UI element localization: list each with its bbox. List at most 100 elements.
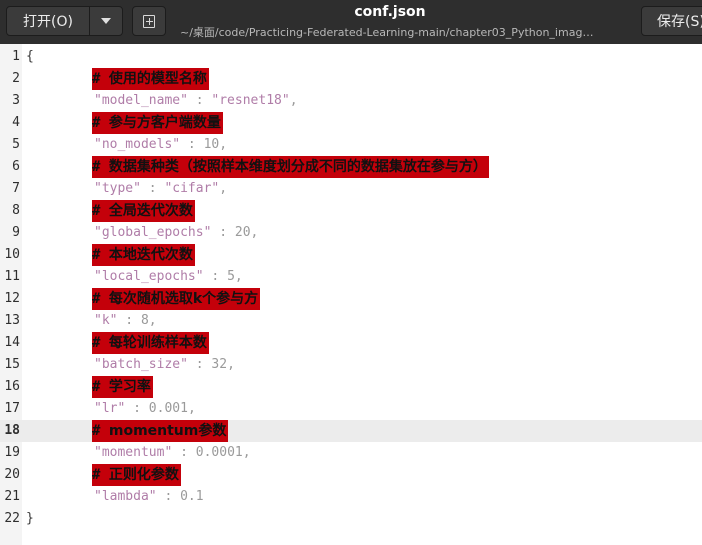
comment-text: momentum参数 xyxy=(108,423,227,439)
editor-line[interactable]: 2 # 使用的模型名称 xyxy=(0,68,702,90)
line-number: 22 xyxy=(4,511,20,526)
line-number: 17 xyxy=(4,401,20,416)
editor-line[interactable]: 11 "local_epochs" : 5, xyxy=(0,266,702,288)
json-key: "type" xyxy=(94,181,141,196)
line-number: 13 xyxy=(4,313,20,328)
json-key: "local_epochs" xyxy=(94,269,204,284)
json-entry: "k" : 8, xyxy=(94,313,157,328)
json-key: "no_models" xyxy=(94,137,181,152)
json-value: "resnet18" xyxy=(211,93,290,108)
json-entry: "model_name" : "resnet18", xyxy=(94,93,298,108)
file-path: ~/桌面/code/Practicing-Federated-Learning-… xyxy=(180,26,600,39)
json-comma: , xyxy=(148,313,157,328)
line-number: 5 xyxy=(12,137,20,152)
code-comment: # 全局迭代次数 xyxy=(92,200,195,222)
code-comment: # 每轮训练样本数 xyxy=(92,332,209,354)
new-document-button[interactable] xyxy=(132,6,166,36)
json-entry: "lambda" : 0.1 xyxy=(94,489,204,504)
json-comma: , xyxy=(187,401,196,416)
line-number: 9 xyxy=(12,225,20,240)
code-comment: # 数据集种类（按照样本维度划分成不同的数据集放在参与方） xyxy=(92,156,489,178)
comment-text: 全局迭代次数 xyxy=(108,203,193,219)
code-comment: # 每次随机选取k个参与方 xyxy=(92,288,261,310)
json-value: 5 xyxy=(227,269,235,284)
editor-line[interactable]: 21 "lambda" : 0.1 xyxy=(0,486,702,508)
json-value: 0.1 xyxy=(180,489,204,504)
line-number: 10 xyxy=(4,247,20,262)
line-number: 18 xyxy=(4,423,20,438)
json-key: "k" xyxy=(94,313,118,328)
json-value: 8 xyxy=(140,313,149,328)
json-comma: , xyxy=(219,181,228,196)
editor-line[interactable]: 5 "no_models" : 10, xyxy=(0,134,702,156)
editor-line[interactable]: 14 # 每轮训练样本数 xyxy=(0,332,702,354)
editor-line[interactable]: 3 "model_name" : "resnet18", xyxy=(0,90,702,112)
editor-line[interactable]: 4 # 参与方客户端数量 xyxy=(0,112,702,134)
json-value: 20 xyxy=(234,225,251,240)
line-number: 1 xyxy=(12,49,20,64)
editor-line[interactable]: 8 # 全局迭代次数 xyxy=(0,200,702,222)
code-comment: # 使用的模型名称 xyxy=(92,68,209,90)
json-key: "lr" xyxy=(94,401,126,416)
editor-line[interactable]: 10 # 本地迭代次数 xyxy=(0,244,702,266)
code-comment: # momentum参数 xyxy=(92,420,229,442)
line-number: 21 xyxy=(4,489,20,504)
window-title: conf.json xyxy=(354,4,426,20)
json-key: "momentum" xyxy=(94,445,173,460)
editor-line[interactable]: 1{ xyxy=(0,46,702,68)
editor-line[interactable]: 9 "global_epochs" : 20, xyxy=(0,222,702,244)
json-entry: "lr" : 0.001, xyxy=(94,401,196,416)
line-number: 14 xyxy=(4,335,20,350)
editor-line[interactable]: 16 # 学习率 xyxy=(0,376,702,398)
line-number: 7 xyxy=(12,181,20,196)
brace: } xyxy=(26,511,34,526)
code-comment: # 正则化参数 xyxy=(92,464,181,486)
line-number: 8 xyxy=(12,203,20,218)
editor-line[interactable]: 13 "k" : 8, xyxy=(0,310,702,332)
comment-text: 每轮训练样本数 xyxy=(108,335,207,351)
editor-line[interactable]: 18 # momentum参数 xyxy=(0,420,702,442)
header-bar: 打开(O) conf.json ~/桌面/code/Practicing-Fed… xyxy=(0,0,702,44)
new-tab-icon xyxy=(143,14,155,28)
json-comma: , xyxy=(242,445,251,460)
json-comma: , xyxy=(250,225,259,240)
json-key: "global_epochs" xyxy=(94,225,212,240)
editor-line[interactable]: 6 # 数据集种类（按照样本维度划分成不同的数据集放在参与方） xyxy=(0,156,702,178)
line-number: 19 xyxy=(4,445,20,460)
json-value: 32 xyxy=(211,357,228,372)
line-number: 11 xyxy=(4,269,20,284)
editor-line[interactable]: 22} xyxy=(0,508,702,530)
editor-line[interactable]: 15 "batch_size" : 32, xyxy=(0,354,702,376)
json-entry: "batch_size" : 32, xyxy=(94,357,235,372)
editor-line[interactable]: 17 "lr" : 0.001, xyxy=(0,398,702,420)
editor-line[interactable]: 12 # 每次随机选取k个参与方 xyxy=(0,288,702,310)
line-number: 12 xyxy=(4,291,20,306)
json-comma: , xyxy=(219,137,228,152)
json-comma: , xyxy=(289,93,298,108)
editor-line[interactable]: 19 "momentum" : 0.0001, xyxy=(0,442,702,464)
json-value: 10 xyxy=(203,137,220,152)
save-button[interactable]: 保存(S) xyxy=(641,6,702,36)
code-comment: # 本地迭代次数 xyxy=(92,244,195,266)
comment-text: 正则化参数 xyxy=(108,467,179,483)
code-comment: # 参与方客户端数量 xyxy=(92,112,223,134)
json-entry: "type" : "cifar", xyxy=(94,181,228,196)
comment-text: 学习率 xyxy=(108,379,151,395)
line-number: 2 xyxy=(12,71,20,86)
comment-text: 每次随机选取k个参与方 xyxy=(108,291,259,307)
open-button[interactable]: 打开(O) xyxy=(6,6,90,36)
comment-text: 使用的模型名称 xyxy=(108,71,207,87)
editor-line[interactable]: 20 # 正则化参数 xyxy=(0,464,702,486)
open-menu-button[interactable] xyxy=(89,6,123,36)
editor-line[interactable]: 7 "type" : "cifar", xyxy=(0,178,702,200)
comment-text: 参与方客户端数量 xyxy=(108,115,221,131)
json-value: "cifar" xyxy=(164,181,220,196)
json-key: "batch_size" xyxy=(94,357,188,372)
json-comma: , xyxy=(227,357,235,372)
json-value: 0.0001 xyxy=(195,445,243,460)
comment-text: 数据集种类（按照样本维度划分成不同的数据集放在参与方） xyxy=(108,159,487,175)
json-entry: "momentum" : 0.0001, xyxy=(94,445,251,460)
json-key: "lambda" xyxy=(94,489,157,504)
line-number: 3 xyxy=(12,93,20,108)
chevron-down-icon xyxy=(101,18,111,24)
